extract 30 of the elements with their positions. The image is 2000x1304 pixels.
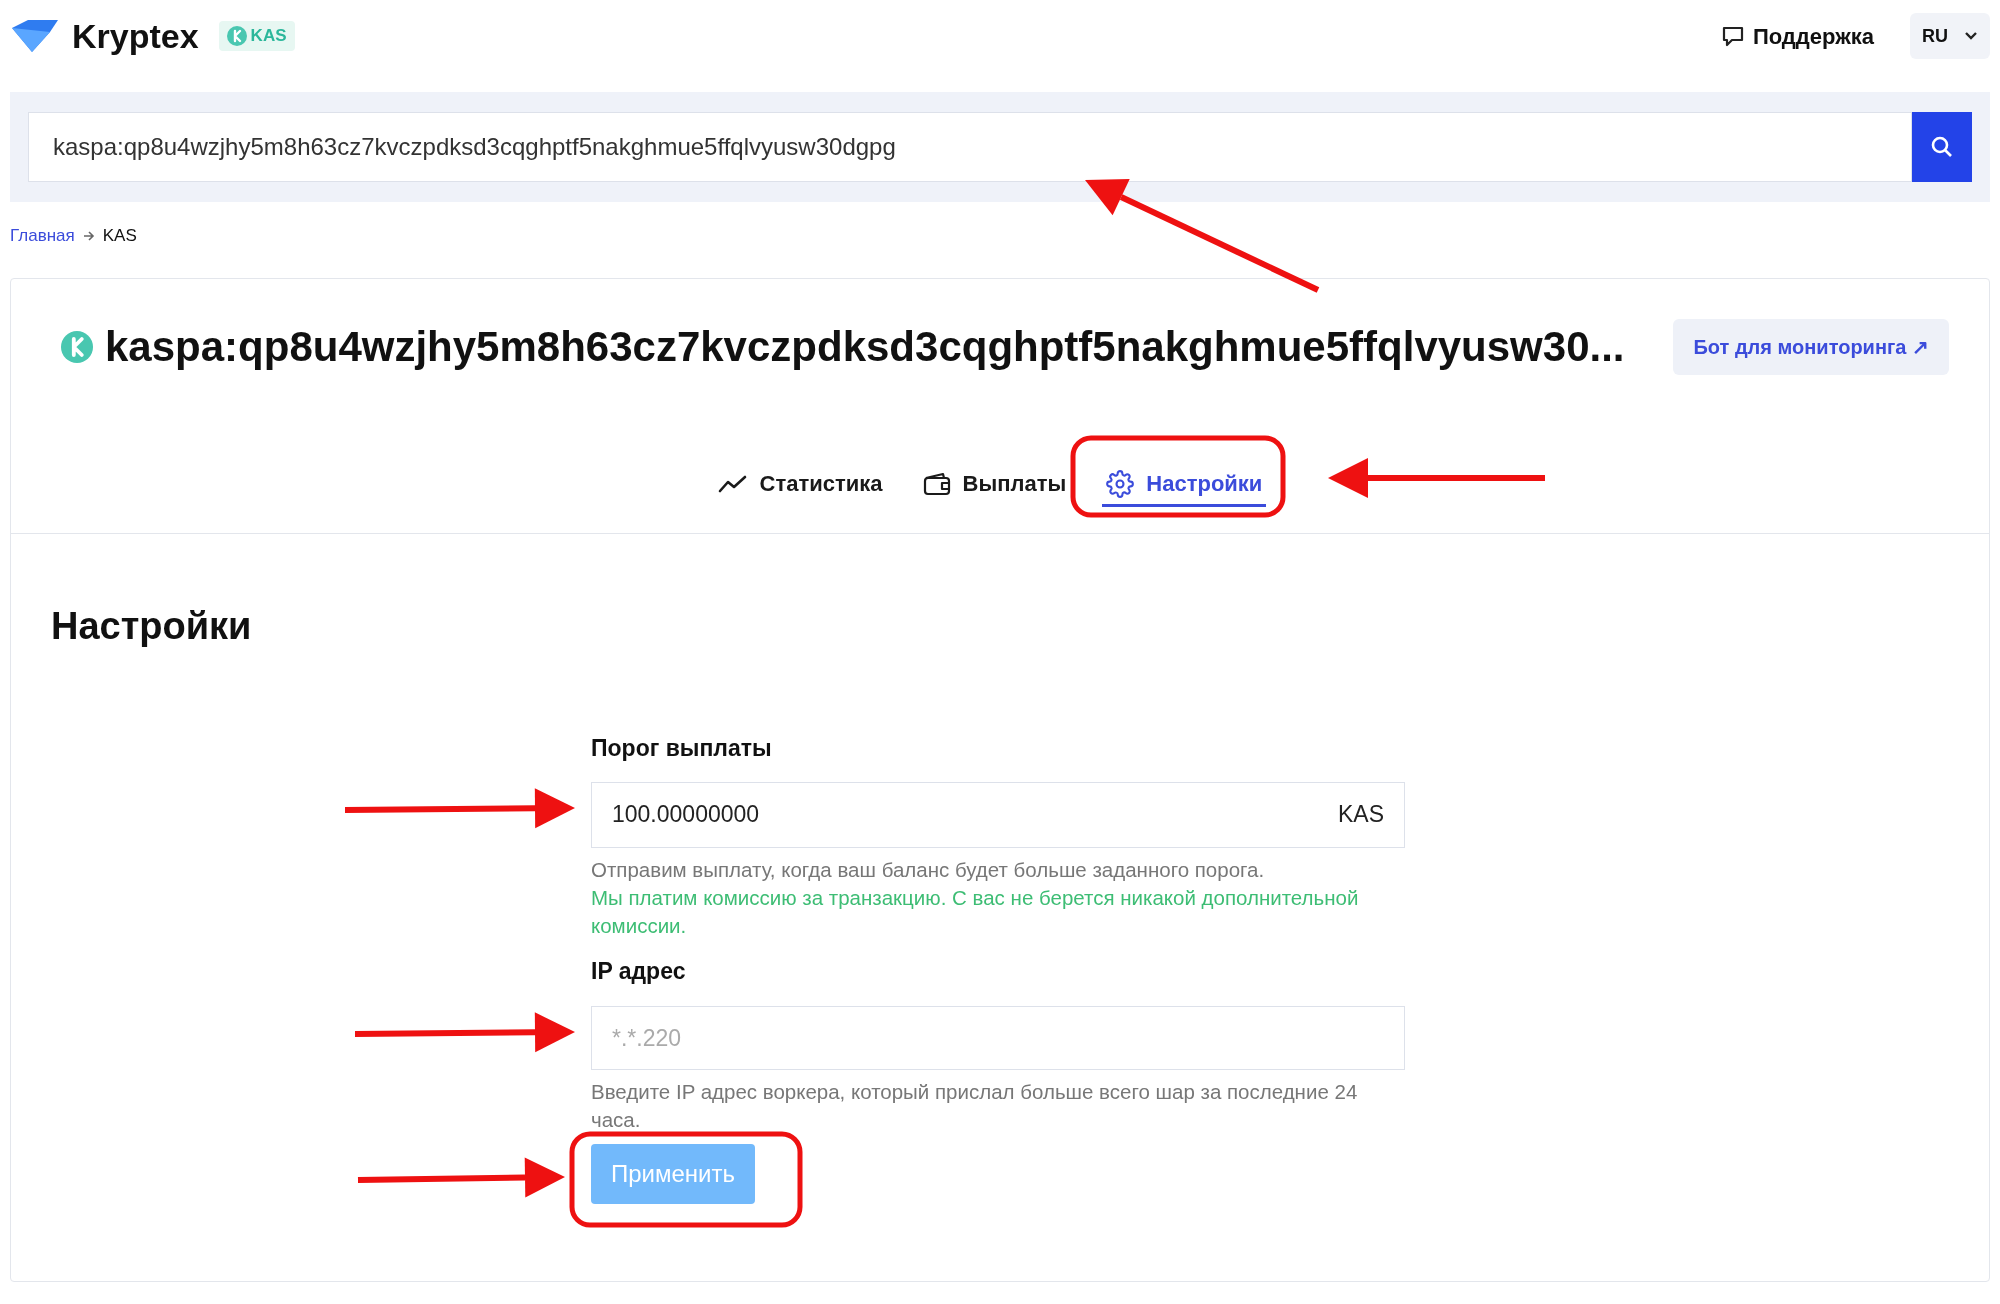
breadcrumb-link[interactable]: Главная [10,223,75,249]
field-label: IP адрес [591,956,687,986]
field-hint: Введите IP адрес воркера, который прислал больше всего шар за последние 24 часа. [591,1079,1359,1133]
chat-icon [1720,24,1745,48]
logo-icon [10,18,60,54]
breadcrumb-current: KAS [102,225,137,248]
arrow-right-icon [82,231,95,241]
field-hint: Отправим выплату, когда ваш баланс будет больше заданного порога. [591,856,1266,883]
coin-icon [61,330,93,363]
section-heading: Настройки [51,604,253,649]
search-button[interactable] [1912,112,1972,182]
settings-icon [1106,469,1135,498]
field-label: Порог выплаты [591,734,773,763]
search-field[interactable]: kaspa:qp8u4wzjhy5m8h63cz7kvczpdksd3cqghptf5nakghmue5ffqlvyusw30dgpg [28,112,1912,182]
coin-badge: KAS [218,21,295,51]
language-select[interactable]: RU [1910,13,1990,59]
ip-address-field[interactable]: *.*.220 [591,1006,1405,1070]
support-link[interactable]: Поддержка [1720,19,1874,53]
brand-name: Kryptex [72,15,199,57]
threshold-field[interactable]: 100.00000000 KAS [591,781,1405,848]
search-icon [1930,135,1954,159]
wallet-title: kaspa:qp8u4wzjhy5m8h63cz7kvczpdksd3cqghptf5nakghmue5ffqlvyusw30... [105,322,1625,372]
monitoring-bot-button[interactable]: Бот для мониторинга ↗ [1673,318,1949,375]
commission-note: Мы платим комиссию за транзакцию. С вас не берется никакой дополнительной комиссии. [591,884,1360,939]
tab[interactable]: Выплаты [918,463,1071,507]
chevron-down-icon [1964,31,1978,41]
wallet-icon [922,471,951,496]
coin-icon [226,26,247,46]
tab[interactable]: Статистика [713,463,887,507]
tab[interactable]: Настройки [1102,463,1267,507]
